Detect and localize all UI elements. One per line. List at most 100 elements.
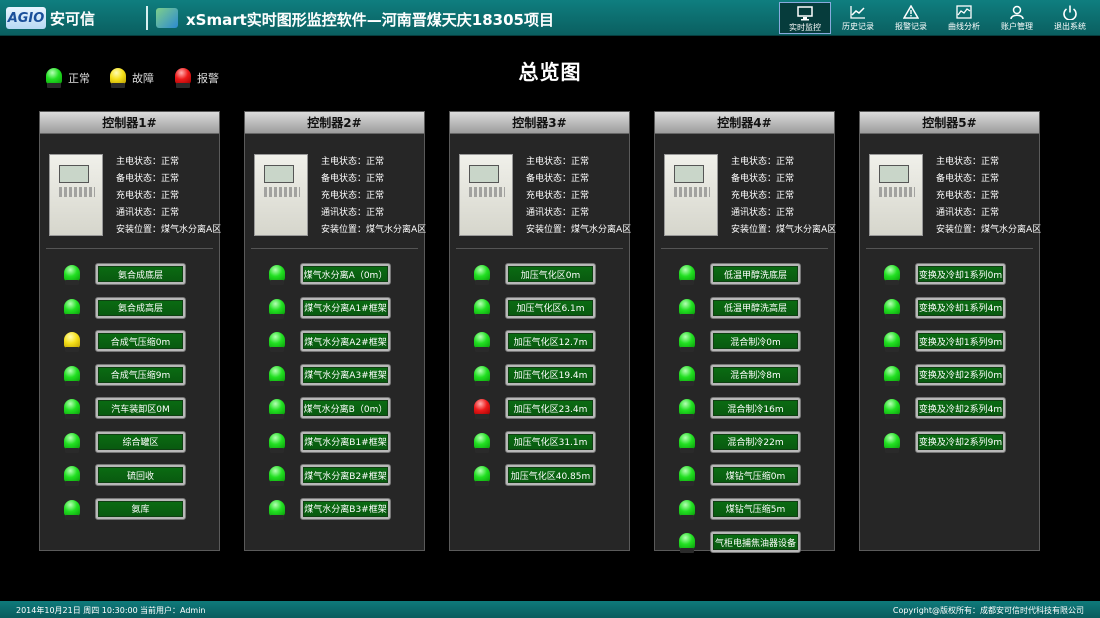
status-bar: 2014年10月21日 周四 10:30:00 当前用户：Admin Copyr… — [0, 601, 1100, 618]
detector-button[interactable]: 变换及冷却1系列9m — [915, 330, 1006, 352]
nav-curve-analysis[interactable]: 曲线分析 — [938, 2, 990, 34]
detector-button[interactable]: 加压气化区19.4m — [505, 363, 596, 386]
green-lamp-icon — [679, 399, 695, 419]
controller-title: 控制器3# — [450, 112, 629, 134]
detector-button[interactable]: 煤气水分离B1#框架 — [300, 430, 391, 453]
green-lamp-icon — [884, 432, 900, 453]
legend-fault-label: 故障 — [132, 72, 154, 85]
panel-divider — [46, 248, 213, 249]
brand: AGIO 安可信 — [6, 6, 95, 30]
green-lamp-icon — [679, 533, 695, 553]
detector-row: 变换及冷却2系列0m — [860, 363, 1039, 397]
detector-button[interactable]: 煤钻气压缩0m — [710, 464, 801, 486]
app-window: AGIO 安可信 xSmart实时图形监控软件—河南晋煤天庆18305项目 实时… — [0, 0, 1100, 618]
detector-button[interactable]: 气柜电捕焦油器设备 — [710, 531, 801, 553]
detector-button[interactable]: 煤气水分离A（0m） — [300, 263, 391, 285]
detector-button[interactable]: 加压气化区31.1m — [505, 430, 596, 453]
detector-button[interactable]: 煤气水分离B3#框架 — [300, 497, 391, 520]
detector-row: 加压气化区31.1m — [450, 430, 629, 464]
device-keypad — [59, 187, 95, 197]
detector-button[interactable]: 混合制冷22m — [710, 430, 801, 453]
controller-title: 控制器5# — [860, 112, 1039, 134]
detector-button[interactable]: 合成气压缩0m — [95, 330, 186, 352]
detector-button[interactable]: 综合罐区 — [95, 430, 186, 453]
detector-button[interactable]: 煤气水分离B（0m） — [300, 397, 391, 419]
green-lamp-icon — [884, 399, 900, 419]
status-backup-power: 备电状态：正常 — [526, 174, 590, 184]
detector-button[interactable]: 煤钻气压缩5m — [710, 497, 801, 520]
detector-button[interactable]: 低温甲醇洗底层 — [710, 263, 801, 285]
green-lamp-icon — [64, 298, 80, 319]
detector-button[interactable]: 氨库 — [95, 497, 186, 520]
detector-label: 氨合成高层 — [98, 299, 183, 316]
detector-row: 低温甲醇洗底层 — [655, 262, 834, 296]
status-charging: 充电状态：正常 — [936, 191, 1000, 201]
power-icon — [1062, 4, 1078, 20]
nav-alarm-records[interactable]: 报警记录 — [885, 2, 937, 34]
detector-button[interactable]: 变换及冷却2系列4m — [915, 397, 1006, 419]
detector-row: 加压气化区6.1m — [450, 296, 629, 330]
detector-row: 加压气化区23.4m — [450, 396, 629, 430]
detector-button[interactable]: 混合制冷8m — [710, 363, 801, 386]
detector-button[interactable]: 加压气化区23.4m — [505, 397, 596, 419]
detector-button[interactable]: 低温甲醇洗高层 — [710, 296, 801, 319]
detector-label: 煤气水分离A1#框架 — [303, 299, 388, 316]
status-comm: 通讯状态：正常 — [526, 208, 590, 218]
detector-label: 煤钻气压缩0m — [713, 467, 798, 483]
detector-button[interactable]: 硫回收 — [95, 464, 186, 486]
detector-button[interactable]: 加压气化区12.7m — [505, 330, 596, 352]
detector-button[interactable]: 混合制冷0m — [710, 330, 801, 352]
detector-row: 混合制冷0m — [655, 329, 834, 363]
detector-button[interactable]: 变换及冷却1系列4m — [915, 296, 1006, 319]
detector-button[interactable]: 变换及冷却2系列9m — [915, 430, 1006, 453]
nav-label: 历史记录 — [842, 22, 874, 31]
detector-label: 混合制冷22m — [713, 433, 798, 450]
detector-button[interactable]: 煤气水分离A1#框架 — [300, 296, 391, 319]
detector-row: 变换及冷却2系列9m — [860, 430, 1039, 464]
detector-button[interactable]: 加压气化区0m — [505, 263, 596, 285]
detector-label: 加压气化区12.7m — [508, 333, 593, 349]
detector-button[interactable]: 混合制冷16m — [710, 397, 801, 419]
detector-button[interactable]: 氨合成底层 — [95, 263, 186, 285]
controller-device-image[interactable] — [459, 154, 513, 236]
nav-realtime-monitor[interactable]: 实时监控 — [779, 2, 831, 34]
nav-history[interactable]: 历史记录 — [832, 2, 884, 34]
nav-exit-system[interactable]: 退出系统 — [1044, 2, 1096, 34]
controller-device-image[interactable] — [49, 154, 103, 236]
detector-button[interactable]: 变换及冷却1系列0m — [915, 263, 1006, 285]
detector-row: 煤气水分离A（0m） — [245, 262, 424, 296]
controller-device-image[interactable] — [869, 154, 923, 236]
controller-device-image[interactable] — [254, 154, 308, 236]
detector-button[interactable]: 煤气水分离B2#框架 — [300, 464, 391, 486]
green-lamp-icon — [269, 466, 285, 486]
detector-label: 变换及冷却1系列0m — [918, 266, 1003, 282]
detector-button[interactable]: 汽车装卸区0M — [95, 397, 186, 419]
controller-title: 控制器4# — [655, 112, 834, 134]
detector-row: 混合制冷22m — [655, 430, 834, 464]
status-backup-power: 备电状态：正常 — [321, 174, 385, 184]
detector-button[interactable]: 合成气压缩9m — [95, 363, 186, 386]
status-backup-power: 备电状态：正常 — [731, 174, 795, 184]
detector-row: 氨合成底层 — [40, 262, 219, 296]
nav-label: 实时监控 — [789, 23, 821, 32]
legend-normal: 正常 — [46, 68, 90, 88]
detector-button[interactable]: 氨合成高层 — [95, 296, 186, 319]
status-location: 安装位置：煤气水分离A区 — [731, 225, 837, 235]
controller-panel-5: 控制器5# 主电状态：正常 备电状态：正常 充电状态：正常 通讯状态：正常 安装位置：煤气… — [859, 111, 1042, 551]
detector-button[interactable]: 煤气水分离A3#框架 — [300, 363, 391, 386]
green-lamp-icon — [64, 265, 80, 285]
green-lamp-icon — [269, 499, 285, 520]
status-location: 安装位置：煤气水分离A区 — [936, 225, 1042, 235]
detector-button[interactable]: 加压气化区40.85m — [505, 464, 596, 486]
detector-button[interactable]: 加压气化区6.1m — [505, 296, 596, 319]
detector-button[interactable]: 变换及冷却2系列0m — [915, 363, 1006, 386]
nav-account-management[interactable]: 账户管理 — [991, 2, 1043, 34]
detector-label: 混合制冷0m — [713, 333, 798, 349]
detector-label: 煤气水分离B（0m） — [303, 400, 388, 416]
detector-button[interactable]: 煤气水分离A2#框架 — [300, 330, 391, 352]
main-nav: 实时监控 历史记录 报警记录 曲线分析 账户管理 退出系统 — [778, 2, 1096, 34]
controller-device-image[interactable] — [664, 154, 718, 236]
panel-divider — [661, 248, 828, 249]
controller-panel-4: 控制器4# 主电状态：正常 备电状态：正常 充电状态：正常 通讯状态：正常 安装位置：煤气… — [654, 111, 837, 553]
detector-row: 煤气水分离B3#框架 — [245, 497, 424, 531]
